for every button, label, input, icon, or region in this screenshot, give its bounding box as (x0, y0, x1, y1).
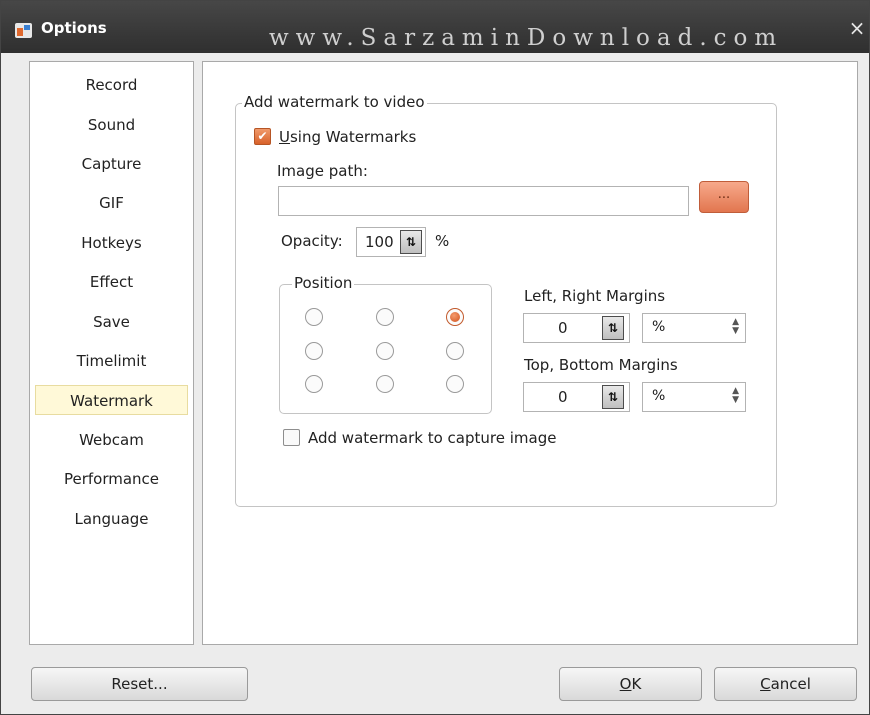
nav-item-gif[interactable]: GIF (35, 188, 188, 218)
browse-button[interactable]: ... (699, 181, 749, 213)
opacity-spinner-icon[interactable]: ⇅ (400, 230, 422, 254)
capture-image-label[interactable]: Add watermark to capture image (308, 429, 556, 447)
updown-arrows-icon: ▲ ▼ (732, 386, 739, 405)
nav-item-capture[interactable]: Capture (35, 149, 188, 179)
using-watermarks-checkbox[interactable]: ✔ (254, 128, 271, 145)
opacity-value: 100 (365, 233, 394, 251)
position-top-center-radio[interactable] (376, 308, 394, 326)
nav-item-performance[interactable]: Performance (35, 464, 188, 494)
ok-text: K (631, 675, 642, 693)
position-middle-center-radio[interactable] (376, 342, 394, 360)
nav-item-hotkeys[interactable]: Hotkeys (35, 228, 188, 258)
watermark-panel: Add watermark to video ✔ Using Watermark… (202, 61, 858, 645)
using-watermarks-label[interactable]: Using Watermarks (279, 128, 416, 146)
image-path-input[interactable] (278, 186, 689, 216)
lr-margins-label: Left, Right Margins (524, 287, 666, 305)
window-title: Options (41, 19, 107, 37)
tb-margins-spinner-icon[interactable]: ⇅ (602, 385, 624, 409)
ok-mnemonic: O (619, 675, 632, 693)
lr-margins-spinner-icon[interactable]: ⇅ (602, 316, 624, 340)
close-button[interactable]: × (847, 17, 867, 39)
nav-item-record[interactable]: Record (35, 70, 188, 100)
capture-image-checkbox[interactable] (283, 429, 300, 446)
reset-button[interactable]: Reset... (31, 667, 248, 701)
nav-item-language[interactable]: Language (35, 504, 188, 534)
app-icon (15, 23, 32, 38)
image-path-label: Image path: (277, 162, 368, 180)
cancel-text: ancel (770, 675, 811, 693)
position-middle-left-radio[interactable] (305, 342, 323, 360)
lr-margins-unit-value: % (652, 319, 666, 335)
position-bottom-center-radio[interactable] (376, 375, 394, 393)
opacity-unit: % (435, 232, 450, 250)
nav-item-save[interactable]: Save (35, 307, 188, 337)
site-watermark: www.SarzaminDownload.com (269, 25, 784, 51)
opacity-label: Opacity: (281, 232, 343, 250)
nav-item-effect[interactable]: Effect (35, 267, 188, 297)
position-middle-right-radio[interactable] (446, 342, 464, 360)
options-window: Options www.SarzaminDownload.com × Recor… (0, 0, 870, 715)
nav-item-timelimit[interactable]: Timelimit (35, 346, 188, 376)
lr-margins-unit-select[interactable]: % ▲ ▼ (642, 313, 746, 343)
position-bottom-left-radio[interactable] (305, 375, 323, 393)
ok-button[interactable]: OK (559, 667, 702, 701)
tb-margins-unit-value: % (652, 388, 666, 404)
tb-margins-value: 0 (558, 388, 568, 406)
position-group-title: Position (292, 274, 355, 292)
cancel-button[interactable]: Cancel (714, 667, 857, 701)
nav-item-watermark[interactable]: Watermark (35, 385, 188, 415)
position-top-left-radio[interactable] (305, 308, 323, 326)
using-watermarks-mnemonic: U (279, 128, 290, 146)
tb-margins-unit-select[interactable]: % ▲ ▼ (642, 382, 746, 412)
cancel-mnemonic: C (760, 675, 771, 693)
tb-margins-label: Top, Bottom Margins (524, 356, 678, 374)
options-nav: Record Sound Capture GIF Hotkeys Effect … (29, 61, 194, 645)
title-bar[interactable]: Options www.SarzaminDownload.com × (1, 1, 869, 53)
watermark-group-title: Add watermark to video (242, 93, 427, 111)
nav-item-sound[interactable]: Sound (35, 110, 188, 140)
using-watermarks-text: sing Watermarks (289, 128, 417, 146)
nav-item-webcam[interactable]: Webcam (35, 425, 188, 455)
position-bottom-right-radio[interactable] (446, 375, 464, 393)
lr-margins-value: 0 (558, 319, 568, 337)
updown-arrows-icon: ▲ ▼ (732, 317, 739, 336)
position-top-right-radio[interactable] (446, 308, 464, 326)
